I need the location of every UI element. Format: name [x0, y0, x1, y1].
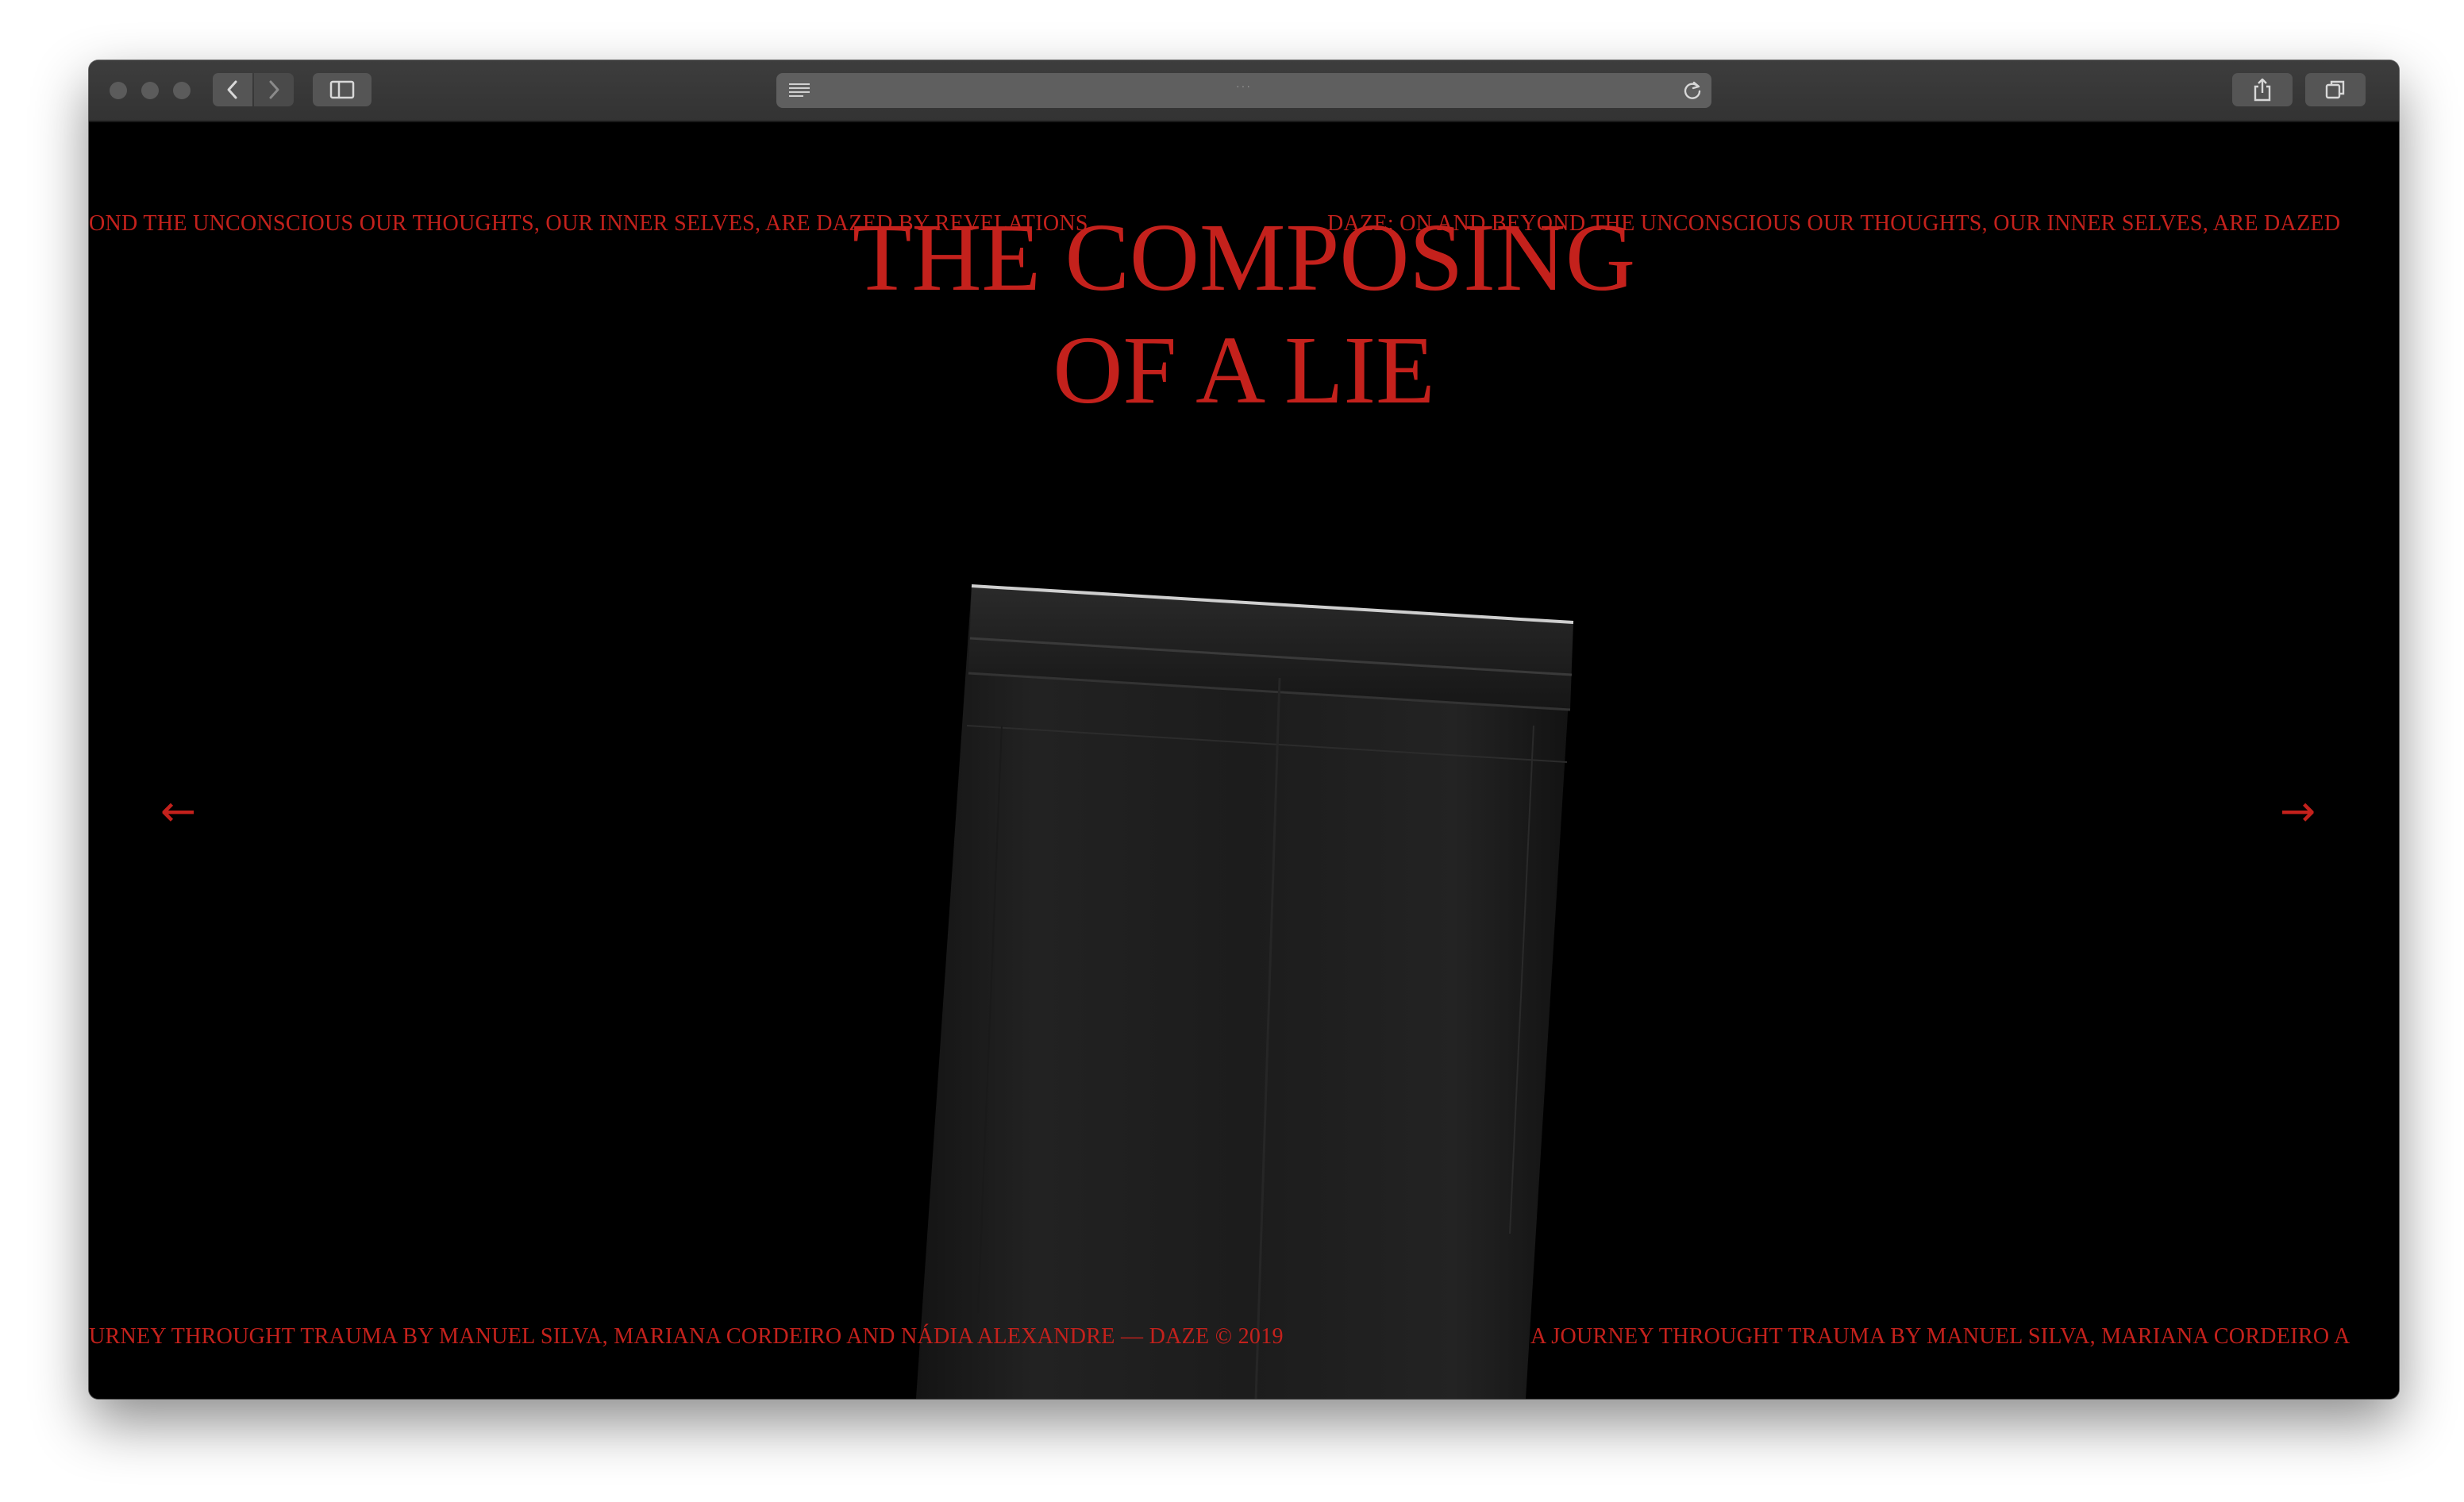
back-button[interactable] — [213, 73, 252, 106]
sidebar-icon — [329, 80, 355, 99]
address-bar[interactable]: ··· — [776, 73, 1711, 108]
browser-toolbar: ··· — [89, 60, 2399, 122]
previous-slide-arrow[interactable]: ← — [160, 788, 196, 835]
chevron-left-icon — [227, 80, 237, 99]
share-button[interactable] — [2232, 73, 2293, 106]
share-icon — [2254, 78, 2271, 102]
url-text: ··· — [1236, 79, 1252, 92]
zoom-window-button[interactable] — [173, 82, 191, 99]
close-window-button[interactable] — [110, 82, 127, 99]
chevron-right-icon — [269, 80, 279, 99]
reload-icon[interactable] — [1681, 79, 1704, 102]
tabs-icon — [2325, 80, 2345, 99]
bottom-ticker-segment: URNEY THROUGHT TRAUMA BY MANUEL SILVA, M… — [89, 1324, 1284, 1349]
web-page: OND THE UNCONSCIOUS OUR THOUGHTS, OUR IN… — [89, 122, 2399, 1399]
tabs-overview-button[interactable] — [2305, 73, 2366, 106]
product-bag-image — [916, 584, 1574, 1399]
forward-button[interactable] — [254, 73, 294, 106]
browser-window: ··· OND THE UNCONSCIOUS OUR THOUGHTS, OU… — [89, 60, 2399, 1399]
next-slide-arrow[interactable]: → — [2280, 788, 2316, 835]
sidebar-button[interactable] — [313, 73, 372, 106]
minimize-window-button[interactable] — [141, 82, 159, 99]
bottom-ticker-segment: A JOURNEY THROUGHT TRAUMA BY MANUEL SILV… — [1530, 1324, 2350, 1349]
